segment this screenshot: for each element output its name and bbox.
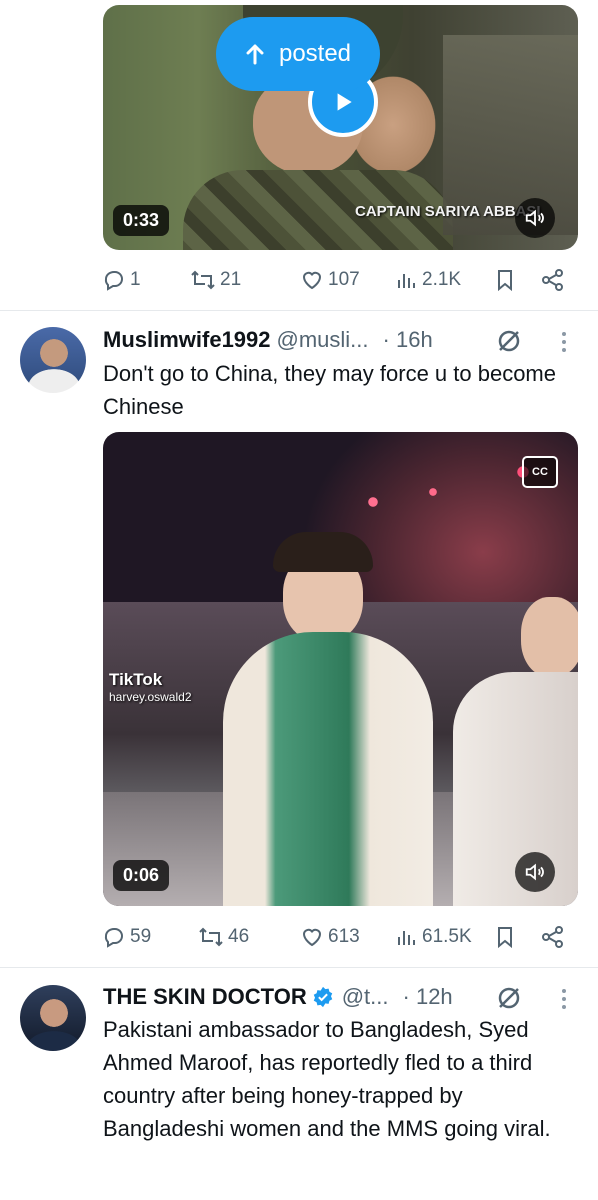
girl-dress bbox=[223, 632, 433, 906]
watermark: TikTok harvey.oswald2 bbox=[109, 670, 192, 704]
repost-button[interactable]: 46 bbox=[198, 919, 249, 955]
tweet-time[interactable]: · 12h bbox=[403, 984, 453, 1010]
views-icon bbox=[398, 274, 415, 288]
views-icon bbox=[398, 931, 415, 945]
girl2-face bbox=[521, 597, 578, 677]
video-duration: 0:33 bbox=[113, 205, 170, 236]
reply-count: 59 bbox=[130, 926, 152, 947]
share-icon bbox=[542, 269, 563, 291]
repost-icon bbox=[191, 270, 215, 290]
views-button[interactable]: 2.1K bbox=[396, 262, 461, 298]
grok-icon[interactable] bbox=[496, 328, 522, 354]
reply-button[interactable]: 1 bbox=[102, 262, 141, 298]
repost-count: 21 bbox=[220, 269, 242, 290]
reply-count: 1 bbox=[130, 269, 141, 290]
sound-icon[interactable] bbox=[515, 852, 555, 892]
tweet-divider bbox=[0, 967, 598, 968]
posted-pill[interactable]: posted bbox=[216, 17, 380, 91]
tweet1-actions: 1 21 107 2.1K bbox=[102, 262, 570, 298]
more-icon[interactable] bbox=[552, 330, 576, 354]
video-thumbnail-festival[interactable]: CC TikTok harvey.oswald2 0:06 bbox=[103, 432, 578, 906]
share-icon bbox=[542, 926, 563, 948]
like-button[interactable]: 107 bbox=[300, 262, 360, 298]
like-button[interactable]: 613 bbox=[300, 919, 360, 955]
video-duration: 0:06 bbox=[113, 860, 170, 891]
views-button[interactable]: 61.5K bbox=[396, 919, 472, 955]
like-icon bbox=[302, 928, 322, 947]
tiktok-logo: TikTok bbox=[109, 670, 163, 689]
tweet2-actions: 59 46 613 61.5K bbox=[102, 919, 570, 955]
bookmark-icon bbox=[498, 270, 512, 292]
author-handle[interactable]: @t... bbox=[342, 984, 389, 1010]
sound-icon[interactable] bbox=[515, 198, 555, 238]
like-icon bbox=[302, 271, 322, 290]
verified-icon bbox=[313, 986, 332, 1008]
share-button[interactable] bbox=[540, 262, 566, 298]
girl-hair bbox=[273, 532, 373, 572]
cc-label: CC bbox=[532, 466, 548, 478]
reply-button[interactable]: 59 bbox=[102, 919, 151, 955]
avatar[interactable] bbox=[20, 327, 86, 393]
author-handle[interactable]: @musli... bbox=[277, 327, 369, 353]
share-button[interactable] bbox=[540, 919, 566, 955]
author-name[interactable]: Muslimwife1992 bbox=[103, 327, 271, 353]
posted-label: posted bbox=[278, 40, 352, 67]
author-name[interactable]: THE SKIN DOCTOR bbox=[103, 984, 307, 1010]
repost-button[interactable]: 21 bbox=[190, 262, 241, 298]
tweet-divider bbox=[0, 310, 598, 311]
like-count: 613 bbox=[328, 926, 360, 947]
tweet3-header: THE SKIN DOCTOR @t... · 12h bbox=[103, 980, 523, 1014]
caption-overlay: CAPTAIN SARIYA ABBASI bbox=[355, 203, 541, 220]
tweet-text: Don't go to China, they may force u to b… bbox=[103, 361, 556, 419]
bookmark-button[interactable] bbox=[494, 919, 516, 955]
grok-icon[interactable] bbox=[496, 985, 522, 1011]
tiktok-username: harvey.oswald2 bbox=[109, 690, 192, 704]
more-icon[interactable] bbox=[552, 987, 576, 1011]
reply-icon bbox=[104, 271, 123, 291]
tweet-time[interactable]: · 16h bbox=[383, 327, 433, 353]
views-count: 61.5K bbox=[422, 926, 472, 947]
reply-icon bbox=[104, 928, 123, 948]
arrow-up-icon bbox=[246, 44, 264, 65]
bookmark-button[interactable] bbox=[494, 262, 516, 298]
like-count: 107 bbox=[328, 269, 360, 290]
tweet-text: Pakistani ambassador to Bangladesh, Syed… bbox=[103, 1017, 551, 1141]
cc-button[interactable]: CC bbox=[522, 456, 558, 488]
tweet2-header: Muslimwife1992 @musli... · 16h bbox=[103, 323, 523, 357]
repost-icon bbox=[199, 927, 223, 947]
views-count: 2.1K bbox=[422, 269, 462, 290]
bookmark-icon bbox=[498, 927, 512, 949]
avatar[interactable] bbox=[20, 985, 86, 1051]
repost-count: 46 bbox=[228, 926, 250, 947]
